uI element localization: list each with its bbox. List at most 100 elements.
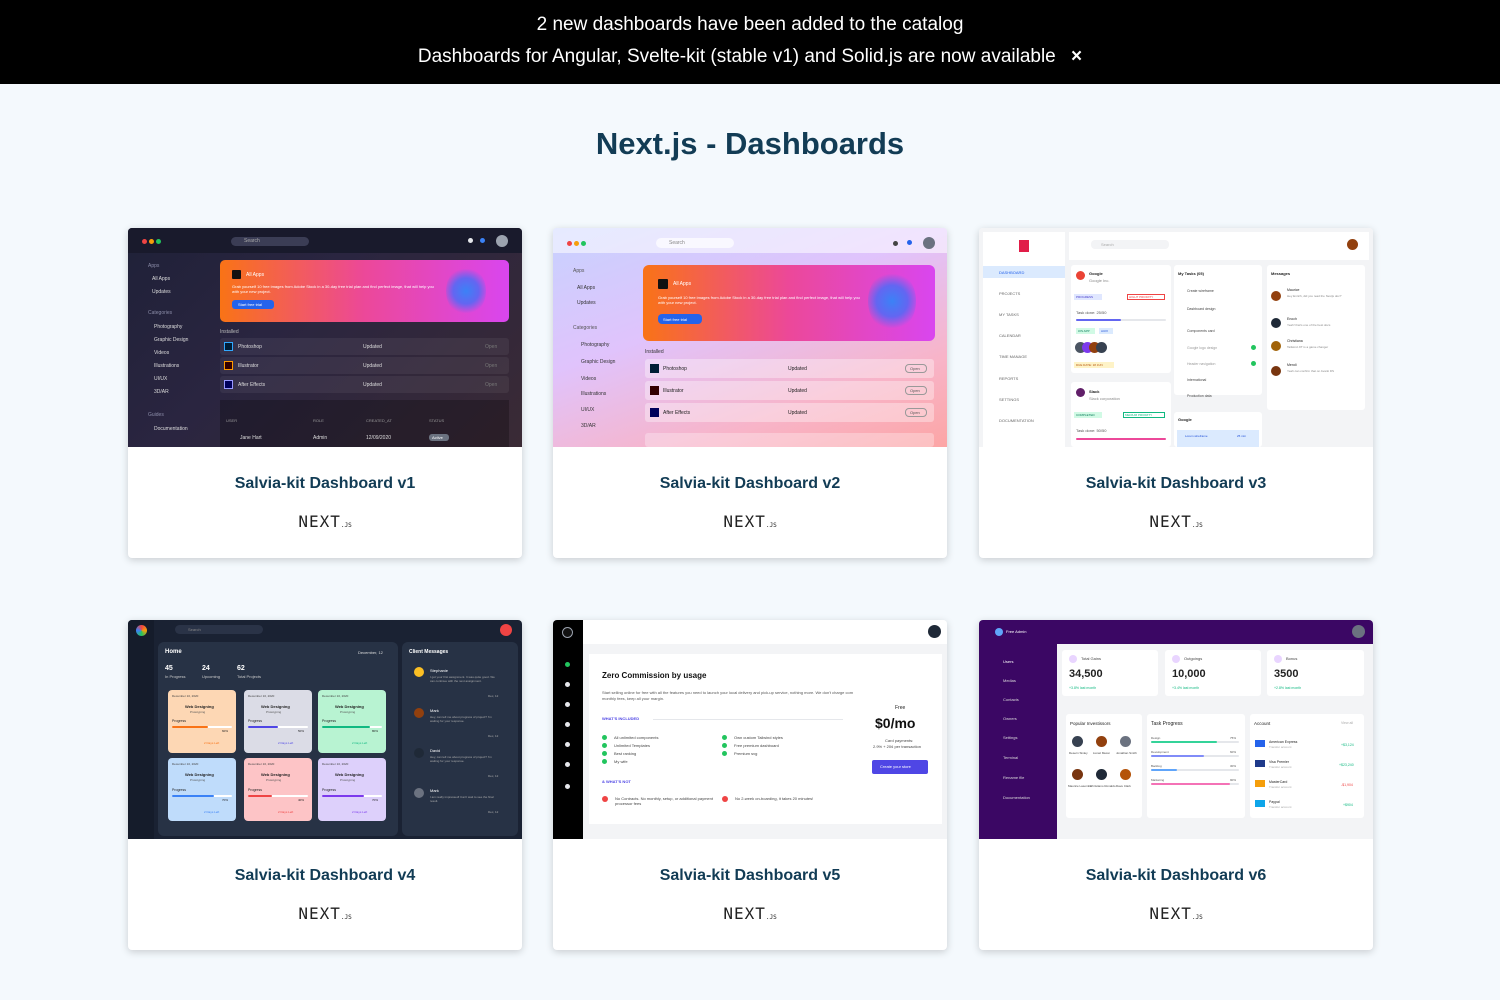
preview-text: Terminal: [1003, 755, 1019, 760]
preview-avatar-icon: [1072, 769, 1083, 780]
preview-avatar-icon: [602, 735, 607, 740]
preview-text: Updated: [788, 366, 807, 372]
preview-text: +$23,240: [1339, 763, 1354, 767]
preview-text: Graphic Design: [581, 359, 616, 365]
preview-avatar-icon: [468, 238, 473, 243]
preview-text: December 10, 2020: [322, 694, 349, 698]
preview-avatar-icon: [565, 762, 570, 767]
preview-text: In Progress: [165, 674, 186, 679]
preview-text: Photoshop: [238, 344, 262, 350]
preview-panel: [923, 237, 935, 249]
preview-text: Owners: [1003, 716, 1017, 721]
preview-text: Videos: [154, 350, 170, 356]
preview-text: Prototyping: [190, 710, 206, 714]
preview-text: +3.8% last month: [1069, 686, 1097, 690]
dashboard-card-v5[interactable]: Zero Commission by usage Start selling o…: [553, 620, 947, 950]
preview-avatar-icon: [602, 743, 607, 748]
preview-text: 2.9% + 20¢ per transaction: [873, 744, 921, 749]
preview-text: 70%: [372, 798, 379, 802]
preview-text: Create your store: [880, 764, 911, 769]
preview-screenshot: Search Apps All Apps Updates Categories …: [553, 228, 947, 447]
preview-progress-bar: [1151, 755, 1204, 757]
preview-text: Photography: [154, 324, 183, 330]
preview-text: Start free trial: [663, 317, 688, 322]
preview-progress-bar: [248, 795, 272, 797]
preview-text: Christiano Ronaldo: [1090, 784, 1116, 788]
preview-avatar-icon: [414, 667, 424, 677]
close-icon[interactable]: ×: [1071, 46, 1082, 68]
card-title[interactable]: Salvia-kit Dashboard v2: [553, 475, 947, 493]
preview-avatar-icon: [1069, 655, 1077, 663]
dashboard-card-v3[interactable]: DASHBOARD PROJECTS MY TASKS CALENDAR TIM…: [979, 228, 1373, 558]
preview-panel: [1066, 714, 1142, 818]
preview-text: Stephanie: [430, 668, 449, 673]
preview-text: Categories: [148, 310, 173, 316]
preview-text: Maurice Lasombe: [1068, 784, 1092, 788]
preview-text: December 10, 2020: [172, 762, 199, 766]
nextjs-logo: NEXT.JS: [1149, 904, 1203, 923]
preview-text: Documentation: [1003, 795, 1030, 800]
preview-panel: [653, 719, 843, 720]
preview-panel: [650, 364, 659, 373]
card-title[interactable]: Salvia-kit Dashboard v5: [553, 867, 947, 885]
preview-text: Own custom Tailwind styles: [734, 735, 783, 740]
preview-text: Admin: [313, 435, 328, 441]
preview-avatar-icon: [149, 239, 154, 244]
preview-text: Prototyping: [266, 778, 282, 782]
preview-text: Best ranking: [614, 751, 637, 756]
preview-text: Web Designing: [335, 704, 364, 709]
preview-text: Graphic Design: [154, 337, 189, 343]
preview-avatar-icon: [142, 239, 147, 244]
preview-text: December 10, 2020: [248, 694, 275, 698]
preview-avatar-icon: [1096, 769, 1107, 780]
preview-text: December, 12: [358, 650, 383, 655]
preview-panel: [553, 620, 583, 839]
preview-text: Mendi: [1287, 363, 1297, 367]
preview-avatar-icon: [907, 240, 912, 245]
preview-text: Messages: [1271, 271, 1291, 276]
page-title: Next.js - Dashboards: [595, 126, 905, 161]
dashboard-card-v6[interactable]: Free Admin Users Medias Contacts Owners …: [979, 620, 1373, 950]
preview-text: 12/09/2020: [366, 435, 392, 441]
preview-panel: [1177, 430, 1259, 447]
preview-text: Installed: [220, 329, 239, 335]
preview-text: Illustrator: [238, 363, 259, 369]
preview-text: Hey, can tell me about progress of proje…: [430, 715, 492, 723]
preview-avatar-icon: [1096, 736, 1107, 747]
preview-text: 75%: [1230, 736, 1237, 740]
preview-progress-bar: [248, 726, 278, 728]
preview-text: December 10, 2020: [172, 694, 199, 698]
preview-text: Total Projects: [237, 674, 262, 679]
preview-text: Transfer account: [1269, 805, 1292, 809]
preview-text: Google: [1178, 417, 1192, 422]
preview-text: REPORTS: [999, 376, 1019, 381]
preview-avatar-icon: [574, 241, 579, 246]
card-title[interactable]: Salvia-kit Dashboard v6: [979, 867, 1373, 885]
preview-avatar-icon: [1076, 271, 1085, 280]
preview-avatar-icon: [565, 784, 570, 789]
preview-text: DASHBOARD: [999, 270, 1025, 275]
preview-text: Yeah! that's one of the best docs: [1287, 323, 1331, 327]
preview-text: DUE DATE: 18 JUN: [1076, 363, 1103, 367]
preview-panel: [500, 624, 512, 636]
preview-text: +2.8% last month: [1274, 686, 1302, 690]
preview-screenshot: Zero Commission by usage Start selling o…: [553, 620, 947, 839]
announcement-banner: 2 new dashboards have been added to the …: [0, 0, 1500, 84]
preview-panel: [868, 270, 916, 332]
preview-text: Updated: [788, 410, 807, 416]
preview-text: Web Designing: [185, 772, 214, 777]
card-title[interactable]: Salvia-kit Dashboard v1: [128, 475, 522, 493]
card-title[interactable]: Salvia-kit Dashboard v3: [979, 475, 1373, 493]
dashboard-card-v1[interactable]: Search Apps All Apps Updates Categories …: [128, 228, 522, 558]
card-title[interactable]: Salvia-kit Dashboard v4: [128, 867, 522, 885]
dashboard-card-v4[interactable]: Search Home December, 12 45 In Progress …: [128, 620, 522, 950]
preview-text: Progress: [172, 719, 187, 723]
dashboard-card-v2[interactable]: Search Apps All Apps Updates Categories …: [553, 228, 947, 558]
preview-avatar-icon: [722, 743, 727, 748]
preview-text: Photography: [581, 342, 610, 348]
preview-screenshot: DASHBOARD PROJECTS MY TASKS CALENDAR TIM…: [979, 228, 1373, 447]
preview-avatar-icon: [722, 735, 727, 740]
preview-text: Prototyping: [340, 778, 356, 782]
preview-text: iOS APP: [1078, 329, 1090, 333]
preview-text: 2 Days Left: [204, 810, 220, 814]
